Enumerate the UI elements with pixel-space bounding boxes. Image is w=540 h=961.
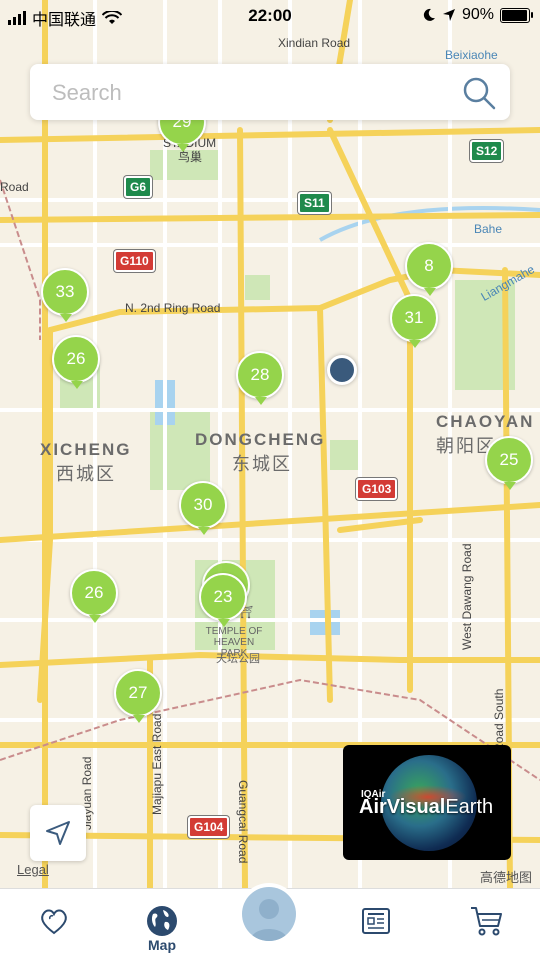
cart-icon bbox=[471, 907, 502, 936]
road-label-left: Road bbox=[0, 180, 29, 194]
aqi-cluster-marker[interactable]: 26 bbox=[70, 569, 118, 623]
aqi-cluster-marker[interactable]: 8 bbox=[405, 242, 453, 296]
legal-link[interactable]: Legal bbox=[17, 862, 49, 877]
user-location-dot bbox=[327, 355, 357, 385]
tab-bar: Map bbox=[0, 883, 540, 961]
heart-icon bbox=[41, 909, 67, 935]
highway-shield-g110: G110 bbox=[114, 250, 155, 272]
road-label-n2ring: N. 2nd Ring Road bbox=[125, 301, 221, 315]
road-label-xindian: Xindian Road bbox=[278, 36, 351, 50]
aqi-cluster-marker[interactable]: 31 bbox=[390, 294, 438, 348]
landmark-temple-zh: 天坛公园 bbox=[216, 653, 260, 665]
user-silhouette-icon bbox=[250, 899, 288, 941]
highway-shield-g6: G6 bbox=[124, 176, 153, 198]
district-dongcheng-en: DONGCHENG bbox=[195, 430, 326, 449]
tab-shop[interactable] bbox=[446, 889, 526, 961]
road-label-beixiaohe: Beixiaohe bbox=[445, 48, 498, 62]
status-bar: 中国联通 22:00 90% bbox=[0, 0, 540, 32]
highway-shield-g103: G103 bbox=[356, 478, 398, 500]
search-icon[interactable] bbox=[462, 76, 496, 110]
aqi-cluster-marker[interactable]: 26 bbox=[52, 335, 100, 389]
promo-title: AirVisualEarth bbox=[359, 796, 493, 819]
map-attribution: 高德地图 bbox=[479, 870, 532, 885]
district-chaoyang-en: CHAOYAN bbox=[436, 412, 535, 431]
tab-favorites[interactable] bbox=[14, 889, 94, 961]
moon-icon bbox=[423, 8, 435, 21]
globe-icon bbox=[147, 906, 177, 936]
battery-icon bbox=[500, 7, 533, 23]
avatar bbox=[242, 887, 296, 941]
district-xicheng-en: XICHENG bbox=[40, 440, 132, 459]
road-label-west-dawang: West Dawang Road bbox=[460, 543, 474, 651]
aqi-cluster-marker[interactable]: 25 bbox=[485, 436, 533, 490]
tab-profile[interactable] bbox=[238, 883, 300, 945]
news-icon bbox=[362, 908, 390, 934]
road-label-guangcai: Guangcai Road bbox=[236, 780, 250, 864]
tab-news[interactable] bbox=[336, 889, 416, 961]
aqi-cluster-marker[interactable]: 27 bbox=[114, 669, 162, 723]
tab-map[interactable]: Map bbox=[122, 889, 202, 961]
aqi-cluster-marker[interactable]: 30 bbox=[179, 481, 227, 535]
promo-title-bold: AirVisual bbox=[359, 796, 446, 818]
district-xicheng-zh: 西城区 bbox=[56, 464, 116, 484]
navigation-arrow-icon bbox=[46, 821, 70, 845]
highway-shield-s11: S11 bbox=[298, 192, 331, 214]
promo-title-light: Earth bbox=[445, 796, 494, 818]
locate-me-button[interactable] bbox=[30, 805, 86, 861]
airvisual-earth-promo[interactable]: IQAir AirVisualEarth bbox=[343, 745, 511, 860]
road-label-majiapu: Majiapu East Road bbox=[150, 713, 164, 815]
highway-shield-s12: S12 bbox=[470, 140, 504, 162]
aqi-cluster-marker[interactable]: 28 bbox=[236, 351, 284, 405]
district-dongcheng-zh: 东城区 bbox=[232, 454, 292, 474]
search-bar[interactable] bbox=[30, 64, 510, 120]
aqi-cluster-marker[interactable]: 33 bbox=[41, 268, 89, 322]
battery-percent: 90% bbox=[461, 6, 494, 23]
aqi-cluster-marker[interactable]: 23 bbox=[199, 573, 247, 627]
search-input[interactable] bbox=[50, 76, 454, 110]
road-label-bahe: Bahe bbox=[474, 222, 503, 236]
tab-map-label: Map bbox=[148, 937, 176, 953]
location-arrow-icon bbox=[442, 9, 455, 21]
highway-shield-g104: G104 bbox=[188, 816, 230, 838]
